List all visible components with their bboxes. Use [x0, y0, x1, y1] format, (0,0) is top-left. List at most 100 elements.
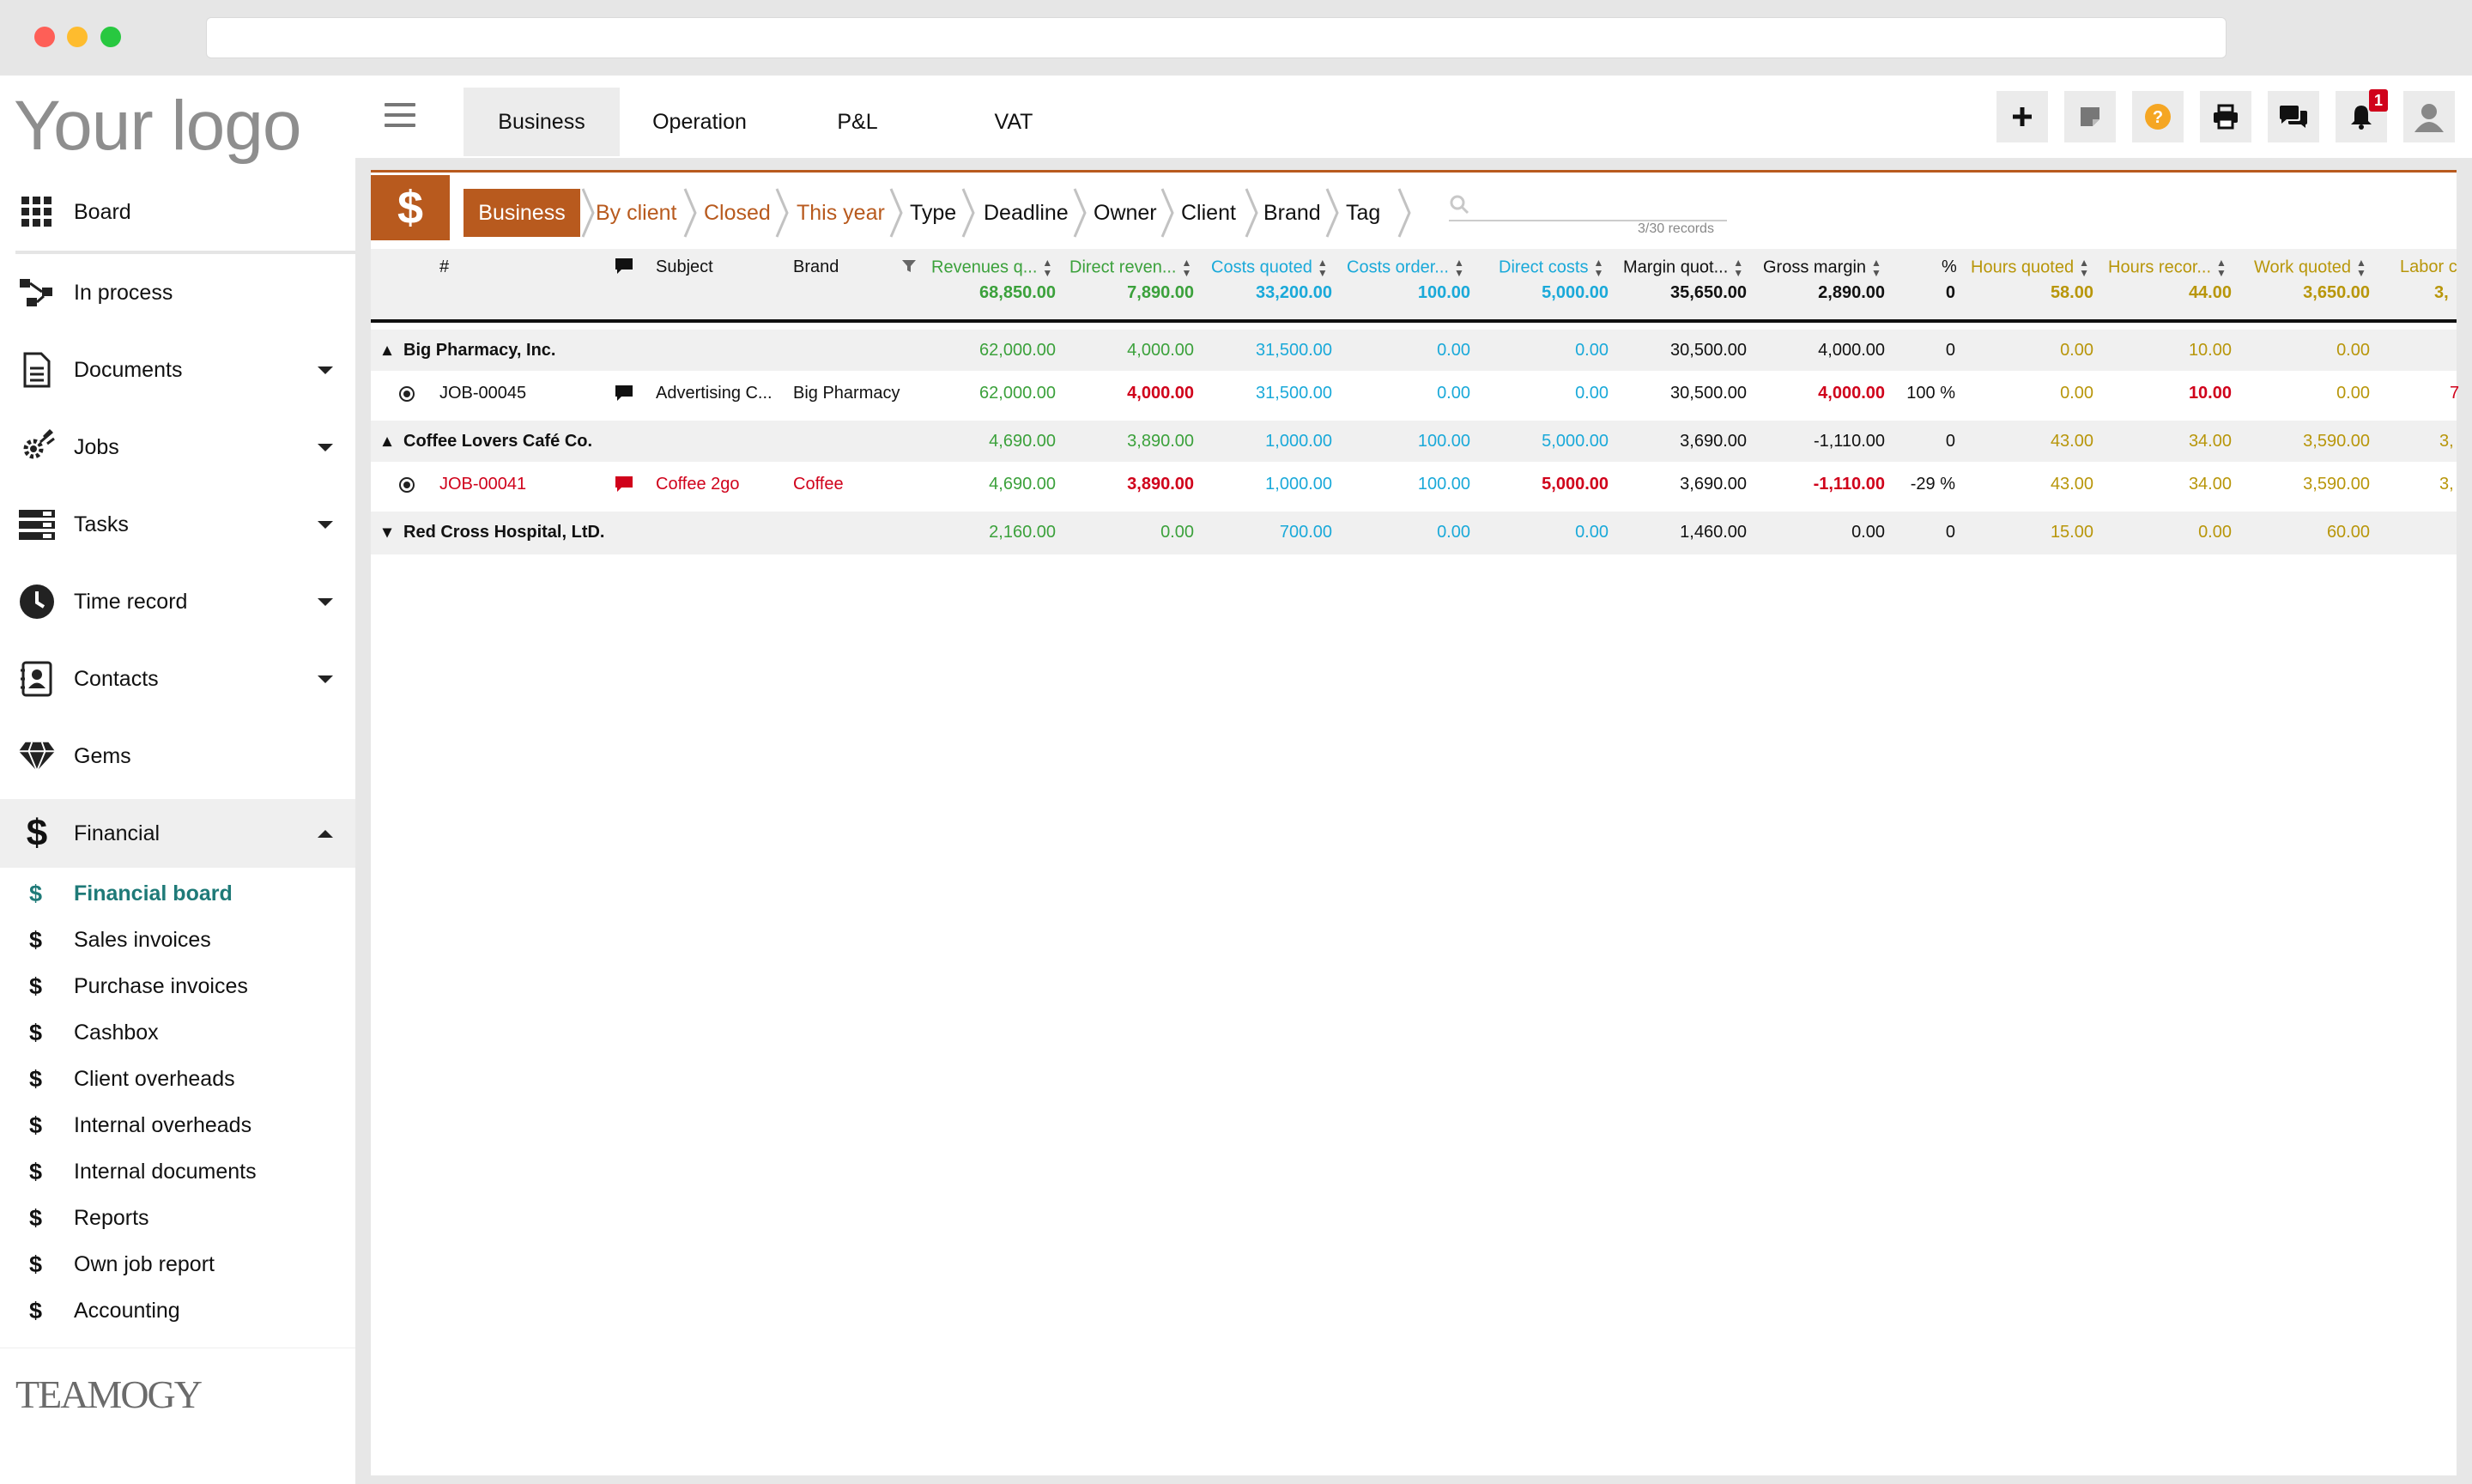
- tab-operation[interactable]: Operation: [620, 88, 779, 156]
- sidebar-subitem-sales-invoices[interactable]: $ Sales invoices: [0, 917, 355, 963]
- sidebar-subitem-cashbox[interactable]: $ Cashbox: [0, 1009, 355, 1056]
- filter-owner[interactable]: Owner: [1094, 189, 1157, 237]
- row-value: 0.00: [2060, 384, 2093, 403]
- sidebar-item-jobs[interactable]: Jobs: [0, 413, 355, 482]
- column-header-number[interactable]: #: [439, 257, 449, 277]
- comment-icon[interactable]: [615, 385, 633, 402]
- minimize-window-button[interactable]: [67, 27, 88, 47]
- column-header-costs-ordered[interactable]: Costs order... ▲ ▼: [1347, 257, 1464, 278]
- filter-business[interactable]: Business: [464, 189, 580, 237]
- menu-icon[interactable]: [385, 103, 415, 129]
- radio-icon[interactable]: [398, 476, 415, 494]
- dollar-icon: $: [29, 1019, 43, 1045]
- job-subject[interactable]: Coffee 2go: [656, 475, 740, 494]
- tab-business[interactable]: Business: [464, 88, 620, 156]
- sort-icon: ▲ ▼: [1733, 257, 1744, 279]
- sidebar-item-in-process[interactable]: In process: [0, 258, 355, 327]
- row-value: 7: [2450, 384, 2460, 403]
- sidebar-subitem-own-job-report[interactable]: $ Own job report: [0, 1241, 355, 1287]
- column-header-direct-costs[interactable]: Direct costs ▲ ▼: [1499, 257, 1603, 278]
- sidebar-subitem-financial-board[interactable]: $ Financial board: [0, 870, 355, 917]
- close-window-button[interactable]: [34, 27, 55, 47]
- app-logo: Your logo: [14, 87, 301, 165]
- column-header-hours-recorded[interactable]: Hours recor... ▲ ▼: [2108, 257, 2227, 278]
- group-row[interactable]: [371, 330, 2457, 371]
- sidebar-item-label: In process: [74, 280, 173, 305]
- column-header-brand[interactable]: Brand: [793, 257, 839, 277]
- row-value: 0.00: [2336, 384, 2370, 403]
- row-value: 43.00: [2050, 475, 2093, 494]
- sidebar-subitem-reports[interactable]: $ Reports: [0, 1195, 355, 1241]
- sidebar-item-time-record[interactable]: Time record: [0, 567, 355, 636]
- column-header-costs-quoted[interactable]: Costs quoted ▲ ▼: [1211, 257, 1328, 278]
- group-collapse-icon[interactable]: ▴: [383, 339, 391, 360]
- sidebar-subitem-internal-documents[interactable]: $ Internal documents: [0, 1148, 355, 1195]
- sidebar-subitem-accounting[interactable]: $ Accounting: [0, 1287, 355, 1334]
- column-header-labor-cost[interactable]: Labor c: [2400, 257, 2457, 277]
- plus-icon: [2013, 107, 2032, 126]
- search-icon[interactable]: [1449, 194, 1469, 215]
- chevron-up-icon[interactable]: [318, 829, 333, 838]
- group-collapse-icon[interactable]: ▴: [383, 430, 391, 451]
- chevron-down-icon[interactable]: [318, 675, 333, 683]
- sidebar-item-financial[interactable]: $ Financial: [0, 799, 355, 868]
- address-bar[interactable]: [206, 17, 2227, 58]
- chat-button[interactable]: [2268, 91, 2319, 142]
- chevron-down-icon[interactable]: [318, 520, 333, 529]
- column-header-subject[interactable]: Subject: [656, 257, 713, 277]
- sidebar-item-board[interactable]: Board: [0, 178, 355, 246]
- chevron-down-icon[interactable]: [318, 366, 333, 374]
- job-id[interactable]: JOB-00041: [439, 475, 526, 494]
- filter-by-client[interactable]: By client: [596, 189, 676, 237]
- group-row[interactable]: [371, 512, 2457, 554]
- filter-this-year[interactable]: This year: [797, 189, 885, 237]
- group-row[interactable]: [371, 421, 2457, 462]
- radio-icon[interactable]: [398, 385, 415, 403]
- dollar-icon: $: [29, 926, 43, 953]
- group-expand-icon[interactable]: ▾: [383, 521, 391, 542]
- chevron-down-icon[interactable]: [318, 597, 333, 606]
- group-value: 2,160.00: [989, 523, 1056, 542]
- filter-client[interactable]: Client: [1181, 189, 1236, 237]
- sidebar-item-gems[interactable]: Gems: [0, 722, 355, 790]
- column-header-direct-revenues[interactable]: Direct reven... ▲ ▼: [1069, 257, 1191, 278]
- column-header-percent[interactable]: %: [1942, 257, 1957, 277]
- sidebar-item-documents[interactable]: Documents: [0, 336, 355, 404]
- filter-icon[interactable]: [901, 259, 917, 273]
- column-header-margin-quoted[interactable]: Margin quot... ▲ ▼: [1623, 257, 1743, 278]
- column-header-work-quoted[interactable]: Work quoted ▲ ▼: [2254, 257, 2366, 278]
- filter-tag[interactable]: Tag: [1346, 189, 1380, 237]
- sidebar-subitem-client-overheads[interactable]: $ Client overheads: [0, 1056, 355, 1102]
- sidebar-item-contacts[interactable]: Contacts: [0, 645, 355, 713]
- print-button[interactable]: [2200, 91, 2251, 142]
- add-button[interactable]: [1996, 91, 2048, 142]
- sort-icon: ▲ ▼: [2356, 257, 2366, 279]
- maximize-window-button[interactable]: [100, 27, 121, 47]
- tab-vat[interactable]: VAT: [936, 88, 1092, 156]
- sidebar-subitem-internal-overheads[interactable]: $ Internal overheads: [0, 1102, 355, 1148]
- column-header-gross-margin[interactable]: Gross margin ▲ ▼: [1763, 257, 1881, 278]
- tab-pl[interactable]: P&L: [779, 88, 936, 156]
- column-header-hours-quoted[interactable]: Hours quoted ▲ ▼: [1971, 257, 2089, 278]
- group-value: 15.00: [2050, 523, 2093, 542]
- filter-brand[interactable]: Brand: [1263, 189, 1321, 237]
- chevron-down-icon[interactable]: [318, 443, 333, 451]
- row-value: -29 %: [1910, 475, 1955, 494]
- chevron-right-icon: [961, 188, 975, 238]
- column-header-revenues-quoted[interactable]: Revenues q... ▲ ▼: [931, 257, 1052, 278]
- job-id[interactable]: JOB-00045: [439, 384, 526, 403]
- sidebar-subitem-label: Purchase invoices: [74, 973, 248, 998]
- help-button[interactable]: ?: [2132, 91, 2184, 142]
- filter-type[interactable]: Type: [910, 189, 956, 237]
- sidebar-item-tasks[interactable]: Tasks: [0, 490, 355, 559]
- chevron-right-icon: [889, 188, 903, 238]
- job-subject[interactable]: Advertising C...: [656, 384, 772, 403]
- row-value: 10.00: [2188, 384, 2232, 403]
- user-button[interactable]: [2403, 91, 2455, 142]
- sidebar-subitem-purchase-invoices[interactable]: $ Purchase invoices: [0, 963, 355, 1009]
- total-direct-costs: 5,000.00: [1542, 283, 1609, 302]
- filter-deadline[interactable]: Deadline: [984, 189, 1069, 237]
- filter-closed[interactable]: Closed: [704, 189, 771, 237]
- comment-icon[interactable]: [615, 475, 633, 493]
- note-button[interactable]: [2064, 91, 2116, 142]
